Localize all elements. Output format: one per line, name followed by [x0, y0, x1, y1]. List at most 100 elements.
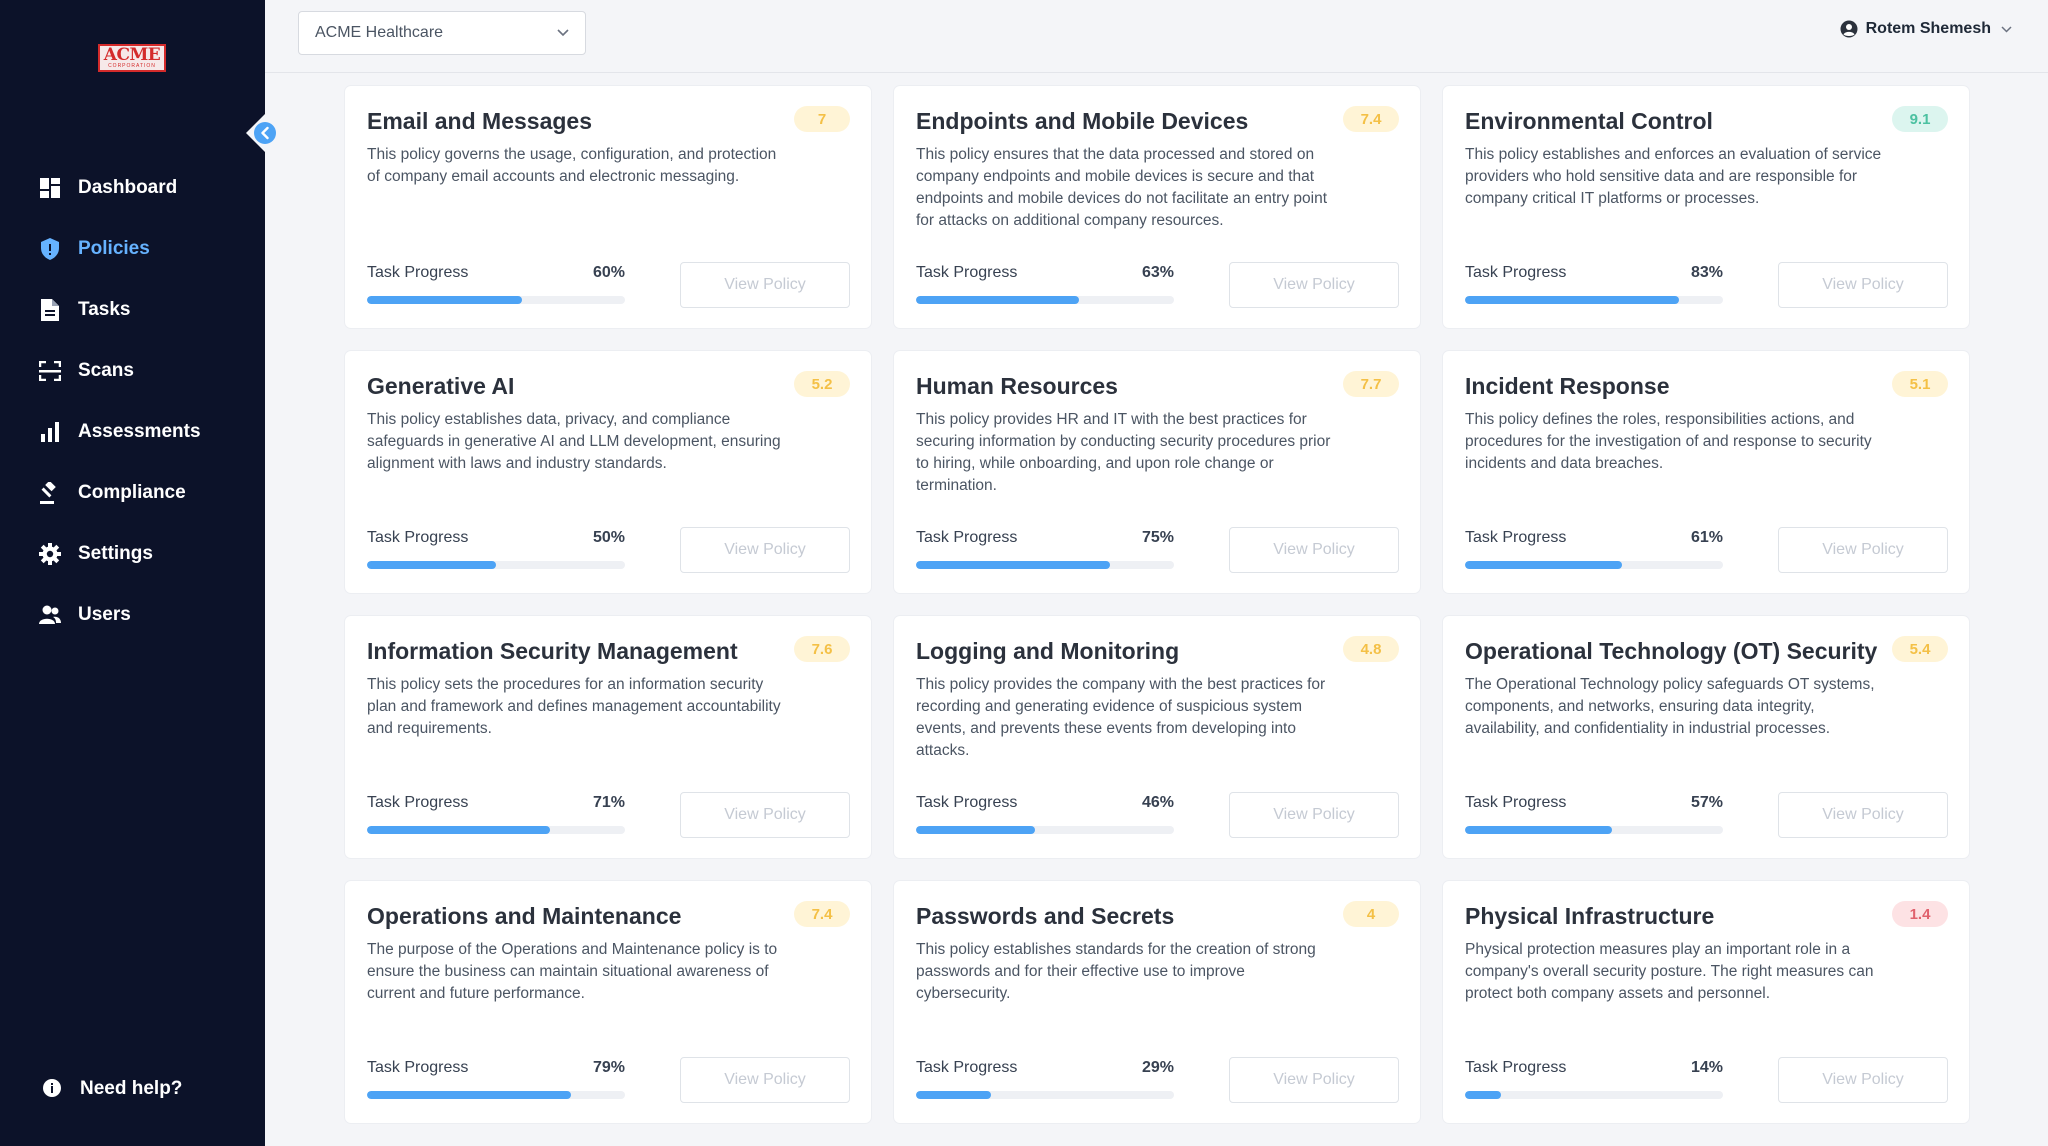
policy-title: Generative AI — [367, 373, 515, 399]
view-policy-button[interactable]: View Policy — [680, 1057, 850, 1103]
progress-bar-track — [367, 561, 625, 569]
policy-score-badge: 1.4 — [1892, 901, 1948, 927]
view-policy-button[interactable]: View Policy — [1229, 1057, 1399, 1103]
progress-bar-fill — [916, 296, 1079, 304]
policy-grid: Email and Messages 7 This policy governs… — [345, 86, 1969, 1123]
task-progress-value: 79% — [592, 1059, 625, 1076]
sidebar-item-label: Policies — [78, 237, 150, 259]
view-policy-button[interactable]: View Policy — [680, 527, 850, 573]
policy-title: Incident Response — [1465, 373, 1670, 399]
users-icon — [38, 603, 62, 627]
task-progress-value: 75% — [1141, 529, 1174, 546]
progress-bar-fill — [1465, 826, 1613, 834]
view-policy-button[interactable]: View Policy — [680, 262, 850, 308]
sidebar-item-settings[interactable]: Settings — [0, 523, 265, 584]
policy-card: Operational Technology (OT) Security 5.4… — [1443, 616, 1969, 858]
policy-score-badge: 7.4 — [794, 901, 850, 927]
view-policy-button[interactable]: View Policy — [1229, 792, 1399, 838]
policy-description: This policy defines the roles, responsib… — [1465, 411, 1872, 472]
progress-bar-track — [916, 561, 1174, 569]
progress-bar-fill — [916, 561, 1110, 569]
help-link[interactable]: Need help? — [42, 1078, 182, 1100]
task-progress: Task Progress 79% — [367, 1059, 625, 1099]
policy-description: This policy establishes standards for th… — [916, 941, 1316, 1002]
organization-select[interactable]: ACME Healthcare — [298, 11, 586, 55]
progress-bar-track — [367, 1091, 625, 1099]
sidebar-item-label: Dashboard — [78, 176, 178, 198]
shield-icon — [38, 237, 62, 261]
sidebar-item-compliance[interactable]: Compliance — [0, 462, 265, 523]
task-progress: Task Progress 46% — [916, 794, 1174, 834]
policy-title: Operational Technology (OT) Security — [1465, 638, 1878, 664]
view-policy-button[interactable]: View Policy — [1778, 792, 1948, 838]
policy-description: This policy provides the company with th… — [916, 676, 1326, 759]
policy-score-badge: 7.7 — [1343, 371, 1399, 397]
task-progress-value: 63% — [1141, 264, 1174, 281]
sidebar-item-dashboard[interactable]: Dashboard — [0, 157, 265, 218]
policy-card: Environmental Control 9.1 This policy es… — [1443, 86, 1969, 328]
task-progress-label: Task Progress — [1465, 794, 1567, 811]
progress-bar-fill — [367, 1091, 571, 1099]
sidebar-item-label: Scans — [78, 359, 134, 381]
view-policy-button[interactable]: View Policy — [1778, 527, 1948, 573]
view-policy-button[interactable]: View Policy — [1229, 527, 1399, 573]
help-label: Need help? — [80, 1078, 183, 1099]
sidebar-nav: Dashboard Policies Tasks Scans Assessmen… — [0, 157, 265, 645]
gear-icon — [38, 542, 62, 566]
view-policy-button[interactable]: View Policy — [1778, 1057, 1948, 1103]
policy-title: Human Resources — [916, 373, 1118, 399]
company-logo[interactable]: ACME CORPORATION — [98, 44, 166, 72]
progress-bar-track — [916, 1091, 1174, 1099]
policy-card: Physical Infrastructure 1.4 Physical pro… — [1443, 881, 1969, 1123]
policy-card: Email and Messages 7 This policy governs… — [345, 86, 871, 328]
policy-title: Information Security Management — [367, 638, 738, 664]
policy-card: Generative AI 5.2 This policy establishe… — [345, 351, 871, 593]
task-progress-label: Task Progress — [916, 1059, 1018, 1076]
task-progress: Task Progress 75% — [916, 529, 1174, 569]
progress-bar-track — [367, 826, 625, 834]
sidebar-collapse-button[interactable] — [246, 114, 284, 152]
policy-title: Logging and Monitoring — [916, 638, 1180, 664]
sidebar: ACME CORPORATION Dashboard Policies Task… — [0, 0, 265, 1146]
policy-score-badge: 7.6 — [794, 636, 850, 662]
sidebar-item-scans[interactable]: Scans — [0, 340, 265, 401]
sidebar-item-users[interactable]: Users — [0, 584, 265, 645]
logo-subtext: CORPORATION — [108, 63, 156, 69]
task-progress-value: 61% — [1690, 529, 1723, 546]
progress-bar-fill — [367, 561, 496, 569]
policy-title: Email and Messages — [367, 108, 592, 134]
progress-bar-fill — [1465, 561, 1623, 569]
progress-bar-track — [1465, 826, 1723, 834]
progress-bar-track — [1465, 296, 1723, 304]
task-progress: Task Progress 63% — [916, 264, 1174, 304]
view-policy-button[interactable]: View Policy — [1778, 262, 1948, 308]
user-avatar-icon — [1840, 20, 1858, 38]
task-progress-label: Task Progress — [1465, 529, 1567, 546]
progress-bar-track — [1465, 1091, 1723, 1099]
policy-title: Environmental Control — [1465, 108, 1713, 134]
info-icon — [42, 1078, 64, 1100]
policy-description: This policy establishes data, privacy, a… — [367, 411, 781, 472]
policy-card: Operations and Maintenance 7.4 The purpo… — [345, 881, 871, 1123]
policy-card: Endpoints and Mobile Devices 7.4 This po… — [894, 86, 1420, 328]
progress-bar-fill — [1465, 1091, 1502, 1099]
task-progress-label: Task Progress — [916, 794, 1018, 811]
task-progress: Task Progress 57% — [1465, 794, 1723, 834]
dashboard-icon — [38, 176, 62, 200]
policy-description: The purpose of the Operations and Mainte… — [367, 941, 778, 1002]
view-policy-button[interactable]: View Policy — [1229, 262, 1399, 308]
top-bar: ACME Healthcare Rotem Shemesh — [265, 0, 2048, 73]
view-policy-button[interactable]: View Policy — [680, 792, 850, 838]
sidebar-item-assessments[interactable]: Assessments — [0, 401, 265, 462]
task-progress: Task Progress 60% — [367, 264, 625, 304]
task-progress-label: Task Progress — [367, 529, 469, 546]
sidebar-item-policies[interactable]: Policies — [0, 218, 265, 279]
user-menu[interactable]: Rotem Shemesh — [1840, 20, 2012, 38]
policy-title: Operations and Maintenance — [367, 903, 682, 929]
policy-description: This policy sets the procedures for an i… — [367, 676, 781, 737]
sidebar-item-tasks[interactable]: Tasks — [0, 279, 265, 340]
policy-card: Logging and Monitoring 4.8 This policy p… — [894, 616, 1420, 858]
task-progress-value: 83% — [1690, 264, 1723, 281]
task-progress-label: Task Progress — [1465, 1059, 1567, 1076]
progress-bar-track — [1465, 561, 1723, 569]
